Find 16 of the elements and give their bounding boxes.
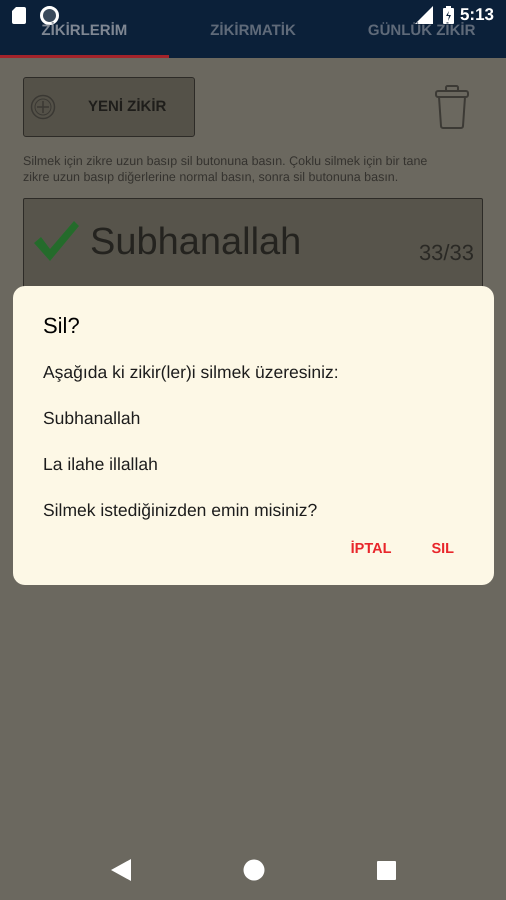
plus-icon: [30, 94, 56, 120]
dialog-button[interactable]: İPTAL: [350, 539, 392, 561]
dialog-text: Subhanallah: [43, 407, 142, 430]
tab[interactable]: ZİKİRLERİM: [0, 18, 169, 58]
clock-time: 5:13: [460, 4, 494, 24]
tab[interactable]: ZİKİRMATİK: [168, 18, 338, 58]
dialog-text: Aşağıda ki zikir(ler)i silmek üzeresiniz:: [43, 361, 340, 384]
dialog-title: Sil?: [43, 312, 81, 340]
dialog-button[interactable]: SIL: [431, 539, 454, 561]
recents-icon[interactable]: [376, 860, 396, 880]
dialog-text: Silmek istediğinizden emin misiniz?: [43, 499, 318, 522]
dialog-text: La ilahe illallah: [43, 453, 159, 476]
battery-icon: [442, 6, 454, 24]
home-icon[interactable]: [242, 859, 264, 881]
back-icon[interactable]: [110, 859, 130, 881]
sd-card-icon: [12, 6, 26, 24]
